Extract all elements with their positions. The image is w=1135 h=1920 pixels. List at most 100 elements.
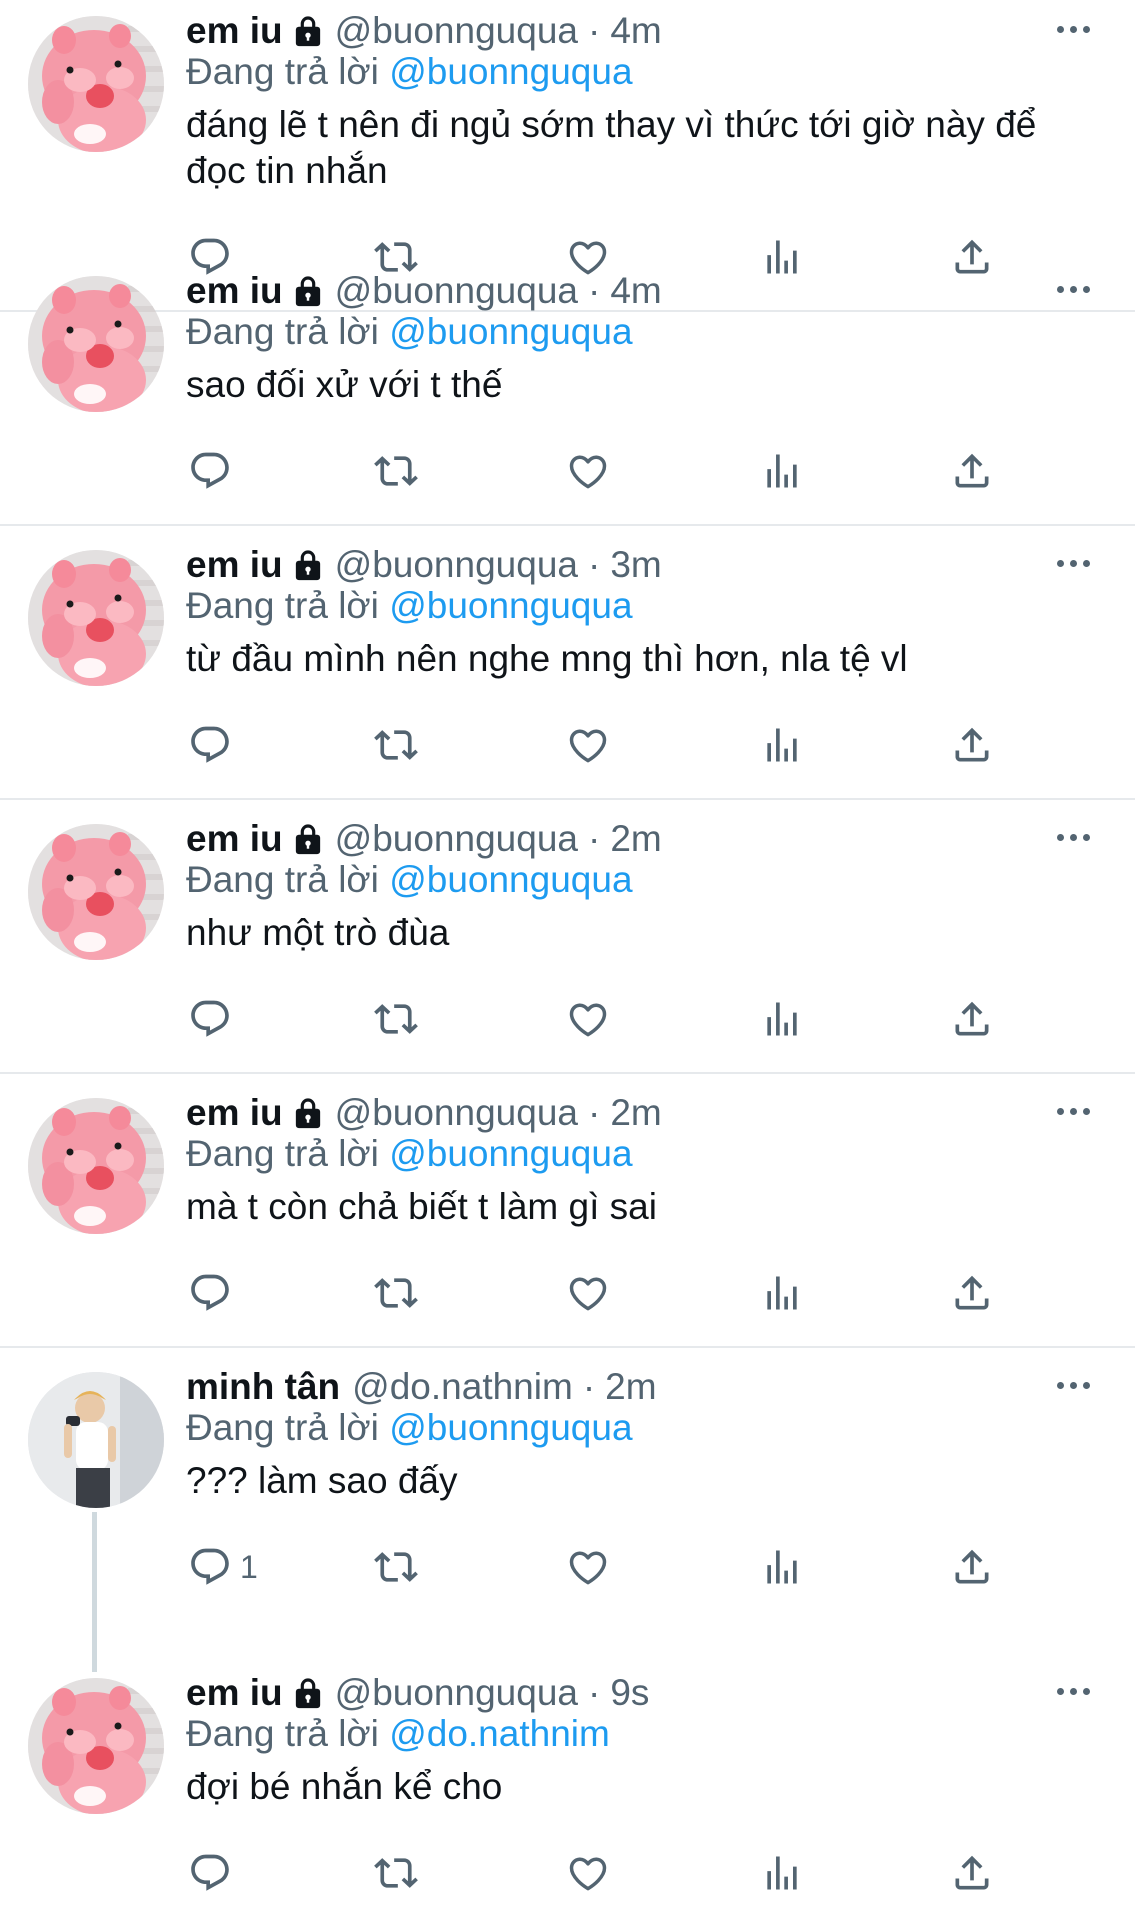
like-button[interactable] bbox=[566, 720, 610, 770]
retweet-icon bbox=[374, 1271, 418, 1315]
reply-button[interactable]: 1 bbox=[188, 1542, 258, 1592]
display-name[interactable]: em iu bbox=[186, 269, 283, 313]
reply-button[interactable] bbox=[188, 1268, 232, 1318]
mention-link[interactable]: @buonnguqua bbox=[389, 1133, 632, 1174]
share-button[interactable] bbox=[950, 446, 994, 496]
share-button[interactable] bbox=[950, 994, 994, 1044]
display-name[interactable]: em iu bbox=[186, 1091, 283, 1135]
tweet-time[interactable]: 2m bbox=[605, 1365, 656, 1409]
share-button[interactable] bbox=[950, 720, 994, 770]
tweet-time[interactable]: 2m bbox=[610, 817, 661, 861]
divider bbox=[0, 524, 1135, 526]
retweet-button[interactable] bbox=[374, 1542, 418, 1592]
tweet-time[interactable]: 9s bbox=[610, 1671, 649, 1715]
tweet-actions bbox=[0, 994, 1135, 1044]
bar-chart-icon bbox=[760, 723, 804, 767]
display-name[interactable]: em iu bbox=[186, 1671, 283, 1715]
tweet-time[interactable]: 2m bbox=[610, 1091, 661, 1135]
views-button[interactable] bbox=[760, 446, 804, 496]
retweet-button[interactable] bbox=[374, 1268, 418, 1318]
tweet-time[interactable]: 4m bbox=[610, 9, 661, 53]
display-name[interactable]: em iu bbox=[186, 817, 283, 861]
retweet-button[interactable] bbox=[374, 1848, 418, 1898]
lock-icon bbox=[293, 274, 323, 308]
share-icon bbox=[950, 723, 994, 767]
views-button[interactable] bbox=[760, 1268, 804, 1318]
retweet-button[interactable] bbox=[374, 446, 418, 496]
avatar[interactable] bbox=[28, 1678, 164, 1814]
more-dots-icon[interactable] bbox=[1045, 1365, 1101, 1405]
display-name[interactable]: em iu bbox=[186, 9, 283, 53]
replying-to: Đang trả lời @buonnguqua bbox=[186, 1132, 633, 1176]
separator-dot: · bbox=[587, 1672, 601, 1713]
user-handle[interactable]: @buonnguqua bbox=[335, 1091, 578, 1135]
like-button[interactable] bbox=[566, 1268, 610, 1318]
reply-button[interactable] bbox=[188, 446, 232, 496]
separator-dot: · bbox=[582, 1366, 596, 1407]
divider bbox=[0, 1072, 1135, 1074]
bar-chart-icon bbox=[760, 1545, 804, 1589]
tweet-header: em iu @buonnguqua · 4m bbox=[186, 6, 1015, 56]
separator-dot: · bbox=[587, 1092, 601, 1133]
comment-bubble-icon bbox=[188, 723, 232, 767]
mention-link[interactable]: @do.nathnim bbox=[389, 1713, 610, 1754]
more-dots-icon[interactable] bbox=[1045, 543, 1101, 583]
replying-to-label: Đang trả lời bbox=[186, 1407, 379, 1448]
tweet-text: từ đầu mình nên nghe mng thì hơn, nla tệ… bbox=[186, 638, 908, 679]
mention-link[interactable]: @buonnguqua bbox=[389, 859, 632, 900]
share-button[interactable] bbox=[950, 1542, 994, 1592]
user-handle[interactable]: @buonnguqua bbox=[335, 9, 578, 53]
share-icon bbox=[950, 997, 994, 1041]
replying-to: Đang trả lời @buonnguqua bbox=[186, 50, 633, 94]
mention-link[interactable]: @buonnguqua bbox=[389, 1407, 632, 1448]
avatar[interactable] bbox=[28, 1372, 164, 1508]
retweet-button[interactable] bbox=[374, 994, 418, 1044]
views-button[interactable] bbox=[760, 994, 804, 1044]
views-button[interactable] bbox=[760, 1848, 804, 1898]
like-button[interactable] bbox=[566, 1542, 610, 1592]
replying-to: Đang trả lời @do.nathnim bbox=[186, 1712, 610, 1756]
user-handle[interactable]: @buonnguqua bbox=[335, 1671, 578, 1715]
user-handle[interactable]: @buonnguqua bbox=[335, 543, 578, 587]
lock-icon bbox=[293, 1096, 323, 1130]
share-button[interactable] bbox=[950, 1848, 994, 1898]
mention-link[interactable]: @buonnguqua bbox=[389, 585, 632, 626]
avatar[interactable] bbox=[28, 1098, 164, 1234]
mention-link[interactable]: @buonnguqua bbox=[389, 311, 632, 352]
views-button[interactable] bbox=[760, 720, 804, 770]
display-name[interactable]: minh tân bbox=[186, 1365, 340, 1409]
avatar[interactable] bbox=[28, 276, 164, 412]
reply-button[interactable] bbox=[188, 720, 232, 770]
reply-button[interactable] bbox=[188, 1848, 232, 1898]
separator-dot: · bbox=[587, 10, 601, 51]
tweet-time[interactable]: 4m bbox=[610, 269, 661, 313]
views-button[interactable] bbox=[760, 1542, 804, 1592]
avatar[interactable] bbox=[28, 16, 164, 152]
reply-button[interactable] bbox=[188, 994, 232, 1044]
retweet-button[interactable] bbox=[374, 720, 418, 770]
like-button[interactable] bbox=[566, 994, 610, 1044]
more-dots-icon[interactable] bbox=[1045, 269, 1101, 309]
avatar[interactable] bbox=[28, 824, 164, 960]
tweet-actions bbox=[0, 446, 1135, 496]
replying-to-label: Đang trả lời bbox=[186, 1713, 379, 1754]
thread-connector bbox=[92, 1512, 97, 1672]
comment-bubble-icon bbox=[188, 1545, 232, 1589]
share-button[interactable] bbox=[950, 1268, 994, 1318]
more-dots-icon[interactable] bbox=[1045, 817, 1101, 857]
display-name[interactable]: em iu bbox=[186, 543, 283, 587]
user-handle[interactable]: @do.nathnim bbox=[352, 1365, 573, 1409]
mention-link[interactable]: @buonnguqua bbox=[389, 51, 632, 92]
like-button[interactable] bbox=[566, 1848, 610, 1898]
lock-icon bbox=[293, 548, 323, 582]
more-dots-icon[interactable] bbox=[1045, 9, 1101, 49]
user-handle[interactable]: @buonnguqua bbox=[335, 817, 578, 861]
avatar[interactable] bbox=[28, 550, 164, 686]
replying-to: Đang trả lời @buonnguqua bbox=[186, 584, 633, 628]
share-icon bbox=[950, 1545, 994, 1589]
tweet-time[interactable]: 3m bbox=[610, 543, 661, 587]
like-button[interactable] bbox=[566, 446, 610, 496]
more-dots-icon[interactable] bbox=[1045, 1671, 1101, 1711]
user-handle[interactable]: @buonnguqua bbox=[335, 269, 578, 313]
more-dots-icon[interactable] bbox=[1045, 1091, 1101, 1131]
